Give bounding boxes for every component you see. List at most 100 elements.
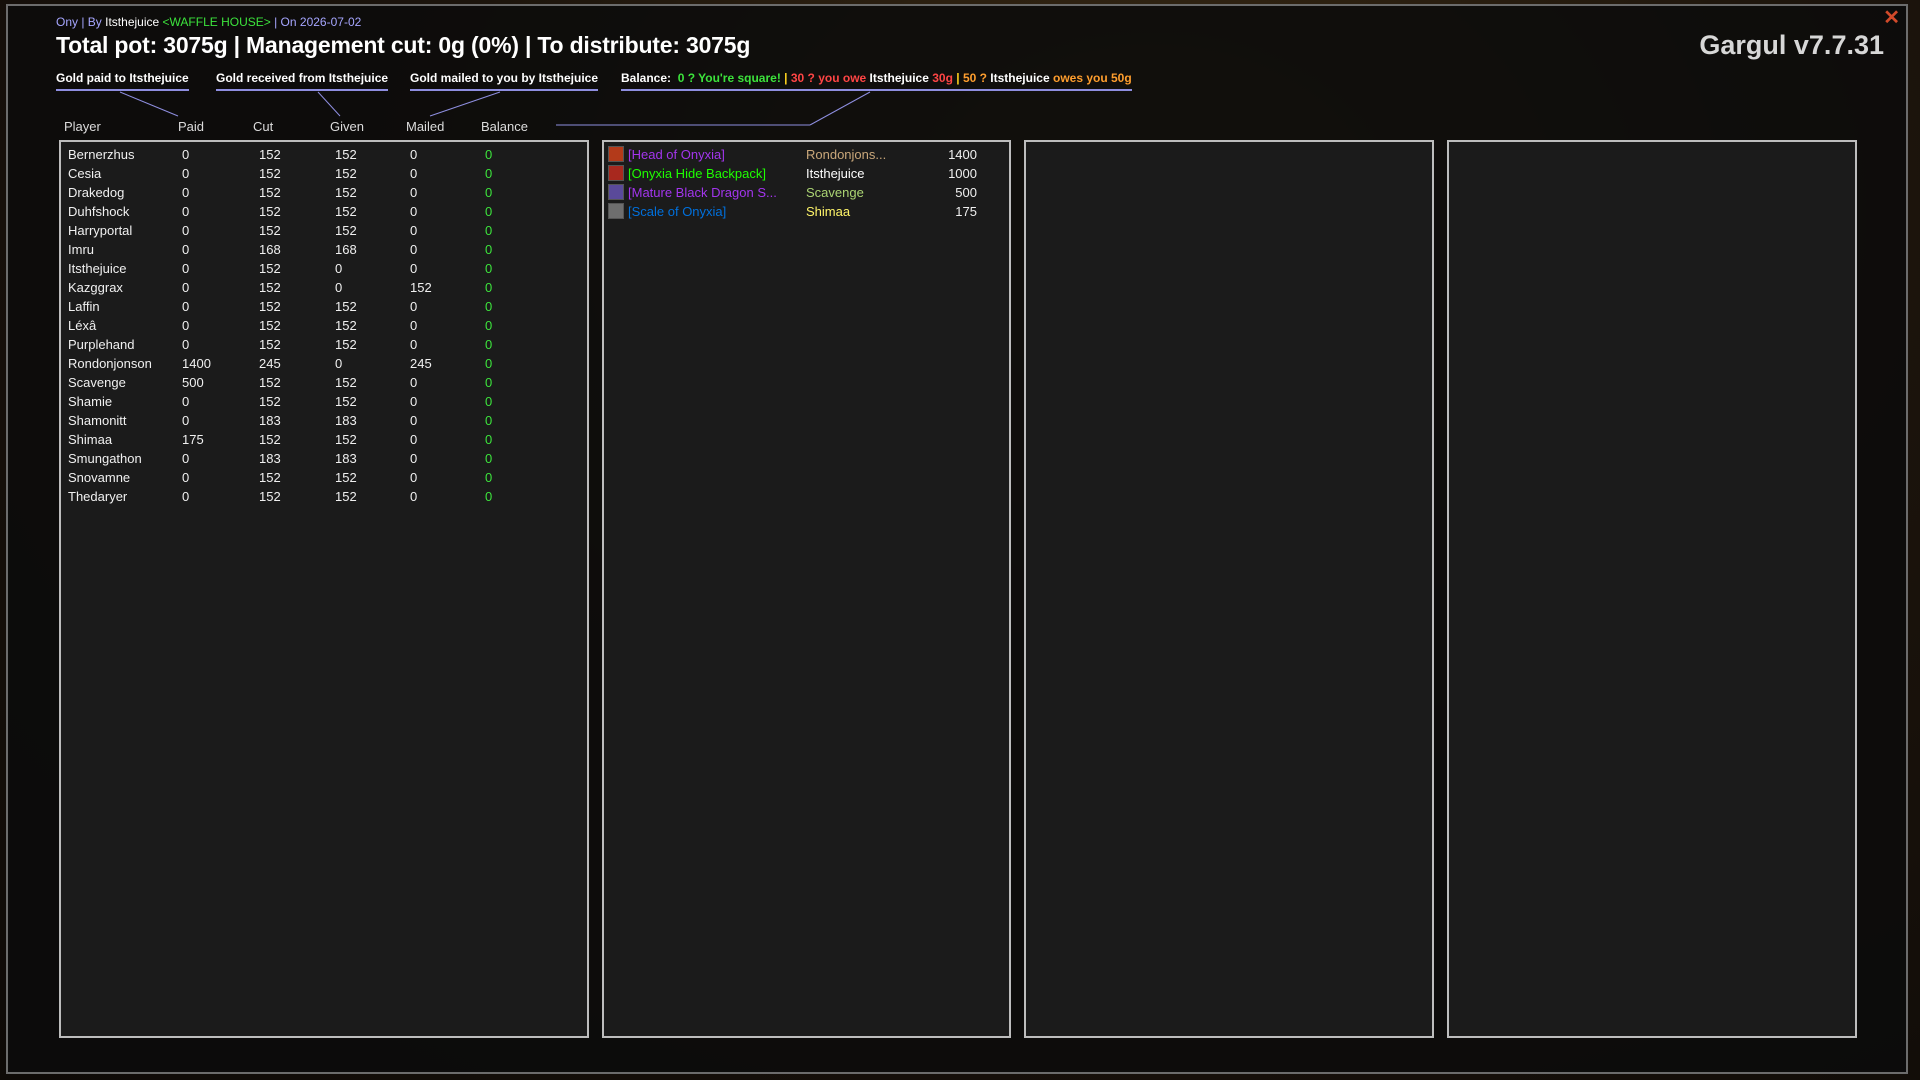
item-link[interactable]: [Head of Onyxia] [628, 145, 725, 164]
player-name: Shamonitt [68, 413, 127, 428]
balance-value: 0 [485, 185, 493, 200]
table-row[interactable]: Imru 0 168 168 0 0 [61, 240, 587, 259]
balance-value: 0 [485, 337, 493, 352]
loot-list-panel: [Head of Onyxia] Rondonjons... 1400 [Onyxia… [602, 140, 1011, 1038]
player-name: Shimaa [68, 432, 113, 447]
given-value: 183 [335, 413, 357, 428]
balance-label: Balance: [621, 71, 672, 85]
balance-owe-name: Itsthejuice [869, 71, 929, 85]
balance-value: 0 [485, 489, 493, 504]
raid-name: Ony [56, 15, 79, 29]
paid-value: 0 [182, 204, 190, 219]
table-row[interactable]: Scavenge 500 152 152 0 0 [61, 373, 587, 392]
given-value: 152 [335, 185, 357, 200]
mailed-value: 0 [410, 261, 418, 276]
given-value: 0 [335, 280, 343, 295]
cut-value: 152 [259, 470, 281, 485]
mailed-value: 0 [410, 489, 418, 504]
balance-value: 0 [485, 280, 493, 295]
balance-owes-name: Itsthejuice [990, 71, 1050, 85]
head-of-onyxia-icon [608, 146, 624, 162]
item-winner: Itsthejuice [806, 166, 865, 181]
table-row[interactable]: Itsthejuice 0 152 0 0 0 [61, 259, 587, 278]
given-value: 0 [335, 261, 343, 276]
table-row[interactable]: Snovamne 0 152 152 0 0 [61, 468, 587, 487]
table-row[interactable]: Smungathon 0 183 183 0 0 [61, 449, 587, 468]
mailed-value: 0 [410, 242, 418, 257]
list-item[interactable]: [Scale of Onyxia] Shimaa 175 [604, 202, 1009, 221]
balance-value: 0 [485, 261, 493, 276]
close-icon[interactable]: ✕ [1883, 8, 1900, 28]
table-row[interactable]: Drakedog 0 152 152 0 0 [61, 183, 587, 202]
cut-value: 168 [259, 242, 281, 257]
balance-value: 0 [485, 470, 493, 485]
page-title: Total pot: 3075g | Management cut: 0g (0… [56, 32, 751, 58]
paid-value: 0 [182, 242, 190, 257]
given-value: 152 [335, 299, 357, 314]
table-row[interactable]: Léxâ 0 152 152 0 0 [61, 316, 587, 335]
table-row[interactable]: Laffin 0 152 152 0 0 [61, 297, 587, 316]
item-link[interactable]: [Mature Black Dragon S... [628, 183, 777, 202]
mailed-value: 0 [410, 299, 418, 314]
balance-value: 0 [485, 204, 493, 219]
given-value: 0 [335, 356, 343, 371]
scale-icon [608, 203, 624, 219]
empty-panel-2 [1447, 140, 1857, 1038]
separator: | By [78, 15, 106, 29]
table-row[interactable]: Kazggrax 0 152 0 152 0 [61, 278, 587, 297]
col-given: Given [330, 119, 364, 134]
table-row[interactable]: Cesia 0 152 152 0 0 [61, 164, 587, 183]
given-value: 152 [335, 318, 357, 333]
mailed-value: 0 [410, 337, 418, 352]
player-name: Duhfshock [68, 204, 130, 219]
list-item[interactable]: [Onyxia Hide Backpack] Itsthejuice 1000 [604, 164, 1009, 183]
col-player: Player [64, 119, 101, 134]
player-name: Bernerzhus [68, 147, 135, 162]
table-row[interactable]: Thedaryer 0 152 152 0 0 [61, 487, 587, 506]
cut-value: 152 [259, 432, 281, 447]
paid-value: 0 [182, 489, 190, 504]
paid-value: 0 [182, 394, 190, 409]
player-name: Purplehand [68, 337, 135, 352]
col-balance: Balance [481, 119, 528, 134]
item-link[interactable]: [Scale of Onyxia] [628, 202, 726, 221]
balance-value: 0 [485, 432, 493, 447]
table-row[interactable]: Rondonjonson 1400 245 0 245 0 [61, 354, 587, 373]
table-row[interactable]: Bernerzhus 0 152 152 0 0 [61, 145, 587, 164]
separator: | [780, 71, 791, 85]
table-row[interactable]: Harryportal 0 152 152 0 0 [61, 221, 587, 240]
legend-mailed: Gold mailed to you by Itsthejuice [410, 71, 599, 91]
table-row[interactable]: Shamonitt 0 183 183 0 0 [61, 411, 587, 430]
mailed-value: 0 [410, 394, 418, 409]
mailed-value: 0 [410, 432, 418, 447]
cut-value: 183 [259, 451, 281, 466]
list-item[interactable]: [Mature Black Dragon S... Scavenge 500 [604, 183, 1009, 202]
table-row[interactable]: Shimaa 175 152 152 0 0 [61, 430, 587, 449]
separator: | [952, 71, 963, 85]
item-price: 175 [955, 204, 977, 219]
item-link[interactable]: [Onyxia Hide Backpack] [628, 164, 766, 183]
table-row[interactable]: Purplehand 0 152 152 0 0 [61, 335, 587, 354]
balance-square: 0 ? You're square! [677, 71, 781, 85]
balance-owe-amount: 30g [928, 71, 953, 85]
player-name: Laffin [68, 299, 100, 314]
player-name: Harryportal [68, 223, 133, 238]
cut-value: 245 [259, 356, 281, 371]
balance-value: 0 [485, 394, 493, 409]
balance-value: 0 [485, 242, 493, 257]
legend-received: Gold received from Itsthejuice [216, 71, 389, 91]
list-item[interactable]: [Head of Onyxia] Rondonjons... 1400 [604, 145, 1009, 164]
item-price: 1400 [948, 147, 977, 162]
item-price: 1000 [948, 166, 977, 181]
balance-value: 0 [485, 147, 493, 162]
cut-value: 183 [259, 413, 281, 428]
dragon-sinew-icon [608, 184, 624, 200]
player-name: Léxâ [68, 318, 97, 333]
cut-value: 152 [259, 375, 281, 390]
player-name: Itsthejuice [68, 261, 127, 276]
mailed-value: 0 [410, 413, 418, 428]
mailed-value: 0 [410, 147, 418, 162]
table-row[interactable]: Duhfshock 0 152 152 0 0 [61, 202, 587, 221]
paid-value: 0 [182, 451, 190, 466]
table-row[interactable]: Shamie 0 152 152 0 0 [61, 392, 587, 411]
